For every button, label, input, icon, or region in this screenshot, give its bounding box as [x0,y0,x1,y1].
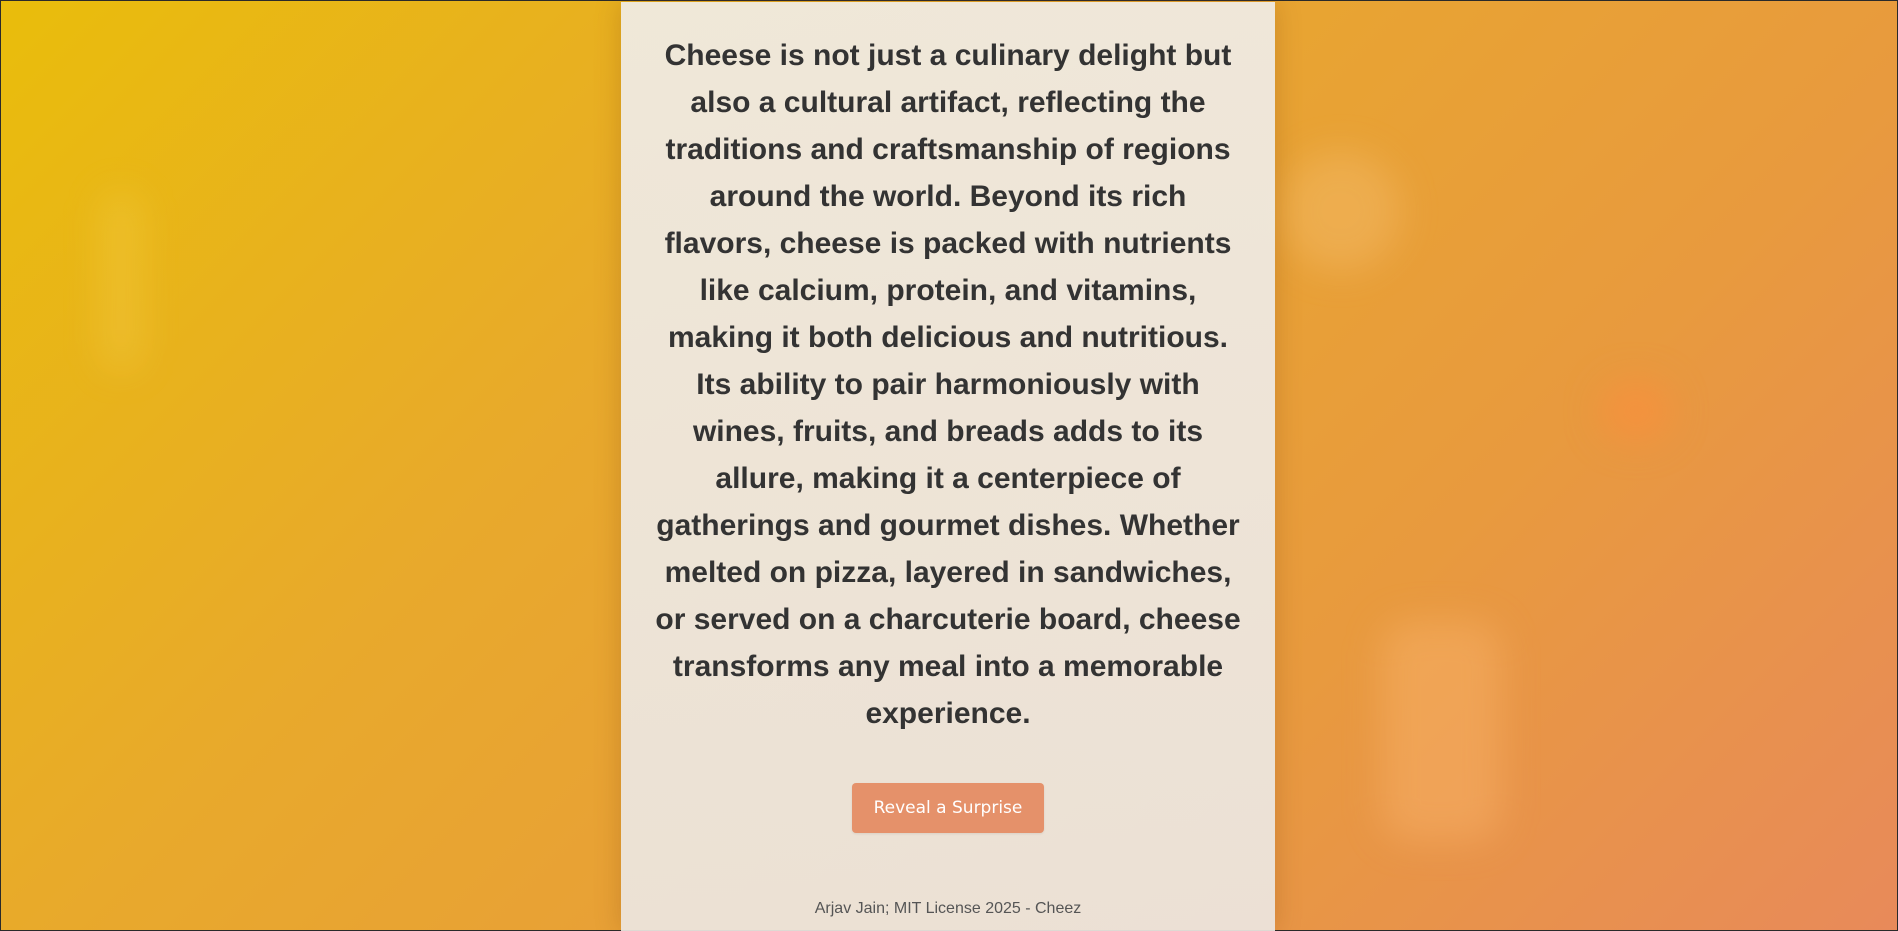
content-panel: Cheese is not just a culinary delight bu… [621,2,1275,931]
background-blur-spot [101,191,141,371]
footer-credit: Arjav Jain; MIT License 2025 - Cheez [814,900,1082,917]
background-blur-spot [1381,621,1501,841]
cheese-article-text: Cheese is not just a culinary delight bu… [655,39,1241,730]
page: { "article": { "text": "Cheese is not ju… [0,0,1898,931]
reveal-surprise-button[interactable]: Reveal a Surprise [852,783,1044,833]
background-blur-spot [1281,151,1401,271]
background-blur-spot [1601,381,1671,441]
